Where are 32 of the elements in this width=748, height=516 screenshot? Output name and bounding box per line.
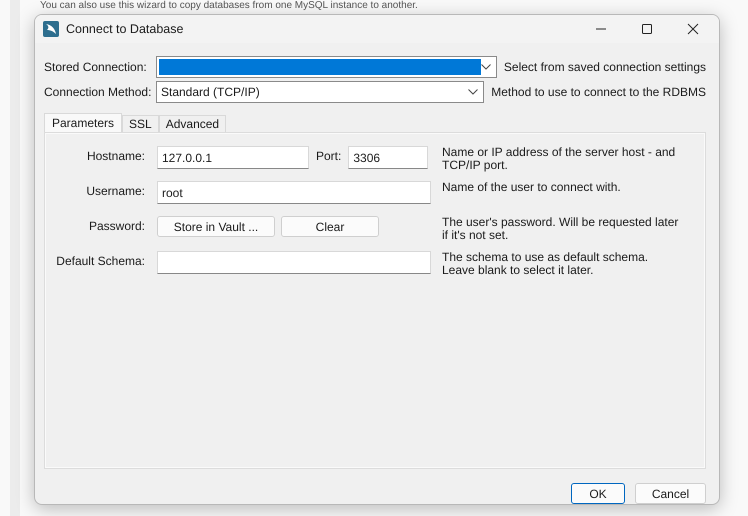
action-button[interactable]: Clear	[281, 216, 379, 237]
caret-icon	[480, 64, 491, 70]
dropdown[interactable]	[156, 56, 497, 78]
input-field[interactable]	[157, 251, 431, 274]
window-title: Connect to Database	[66, 22, 184, 36]
field-description: Name or IP address of the server host - and TCP/IP port.	[442, 146, 676, 172]
dialog-button[interactable]: Cancel	[635, 483, 706, 504]
tab[interactable]: SSL	[122, 115, 159, 132]
tab[interactable]: Parameters	[44, 113, 122, 132]
maximize-icon[interactable]	[641, 23, 653, 35]
field-label: Hostname:	[86, 148, 145, 163]
action-button[interactable]: Store in Vault ...	[157, 216, 275, 237]
field-description: Select from saved connection settings	[504, 60, 706, 74]
background-text: You can also use this wizard to copy databases from one MySQL instance to another.	[40, 0, 418, 12]
field-label: Stored Connection:	[44, 60, 147, 74]
dialog-button[interactable]: OK	[571, 483, 625, 504]
field-description: Name of the user to connect with.	[442, 181, 622, 194]
hostname-field[interactable]: 127.0.0.1	[157, 146, 309, 169]
port-field[interactable]: 3306	[348, 146, 428, 169]
dropdown[interactable]: Standard (TCP/IP)	[156, 81, 484, 103]
field-label: Default Schema:	[55, 253, 145, 268]
field-description: Method to use to connect to the RDBMS	[491, 85, 706, 99]
caret-icon	[468, 89, 478, 95]
field-description: The schema to use as default schema. Leave blank to select it later.	[442, 251, 650, 277]
field-label: Username:	[85, 183, 145, 198]
input-field[interactable]: root	[157, 181, 431, 204]
field-label: Password:	[88, 218, 145, 233]
field-label: Port:	[316, 149, 342, 163]
tab[interactable]: Advanced	[158, 115, 226, 132]
field-description: The user's password. Will be requested later if it's not set.	[442, 216, 680, 242]
close-icon[interactable]	[687, 23, 699, 35]
dolphin-icon	[43, 21, 59, 37]
